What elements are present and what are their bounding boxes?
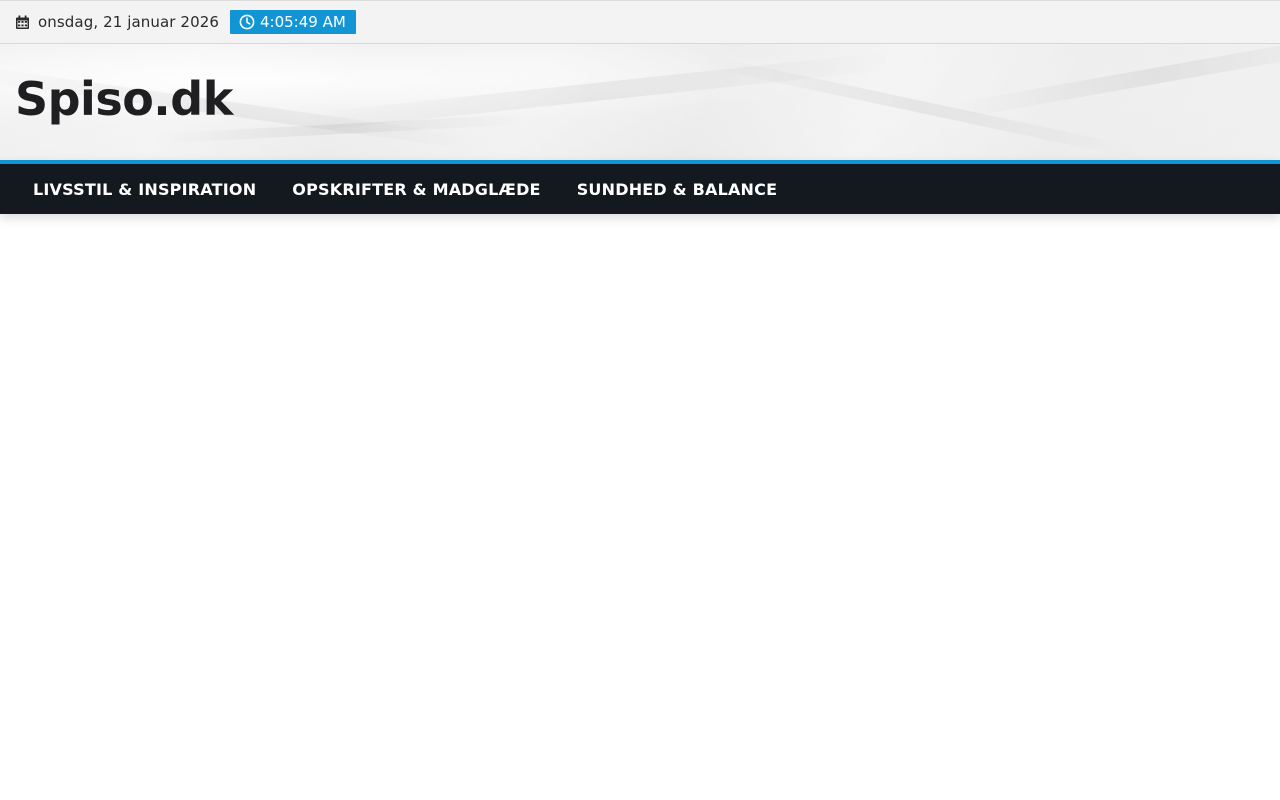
top-bar: onsdag, 21 januar 2026 4:05:49 AM	[0, 0, 1280, 44]
nav-item-sundhed[interactable]: SUNDHED & BALANCE	[559, 164, 796, 214]
paper-texture	[698, 54, 1142, 160]
site-header: Spiso.dk	[0, 44, 1280, 160]
paper-texture	[948, 44, 1280, 120]
clock-icon	[239, 14, 255, 30]
calendar-icon	[15, 15, 30, 30]
main-navigation: LIVSSTIL & INSPIRATION OPSKRIFTER & MADG…	[0, 160, 1280, 214]
current-date: onsdag, 21 januar 2026	[38, 13, 219, 31]
date-display: onsdag, 21 januar 2026	[15, 10, 219, 34]
time-badge: 4:05:49 AM	[230, 10, 356, 34]
site-title-link[interactable]: Spiso.dk	[15, 72, 233, 126]
current-time: 4:05:49 AM	[260, 13, 346, 31]
paper-texture	[299, 51, 898, 132]
nav-item-livsstil[interactable]: LIVSSTIL & INSPIRATION	[15, 164, 274, 214]
nav-item-opskrifter[interactable]: OPSKRIFTER & MADGLÆDE	[274, 164, 558, 214]
